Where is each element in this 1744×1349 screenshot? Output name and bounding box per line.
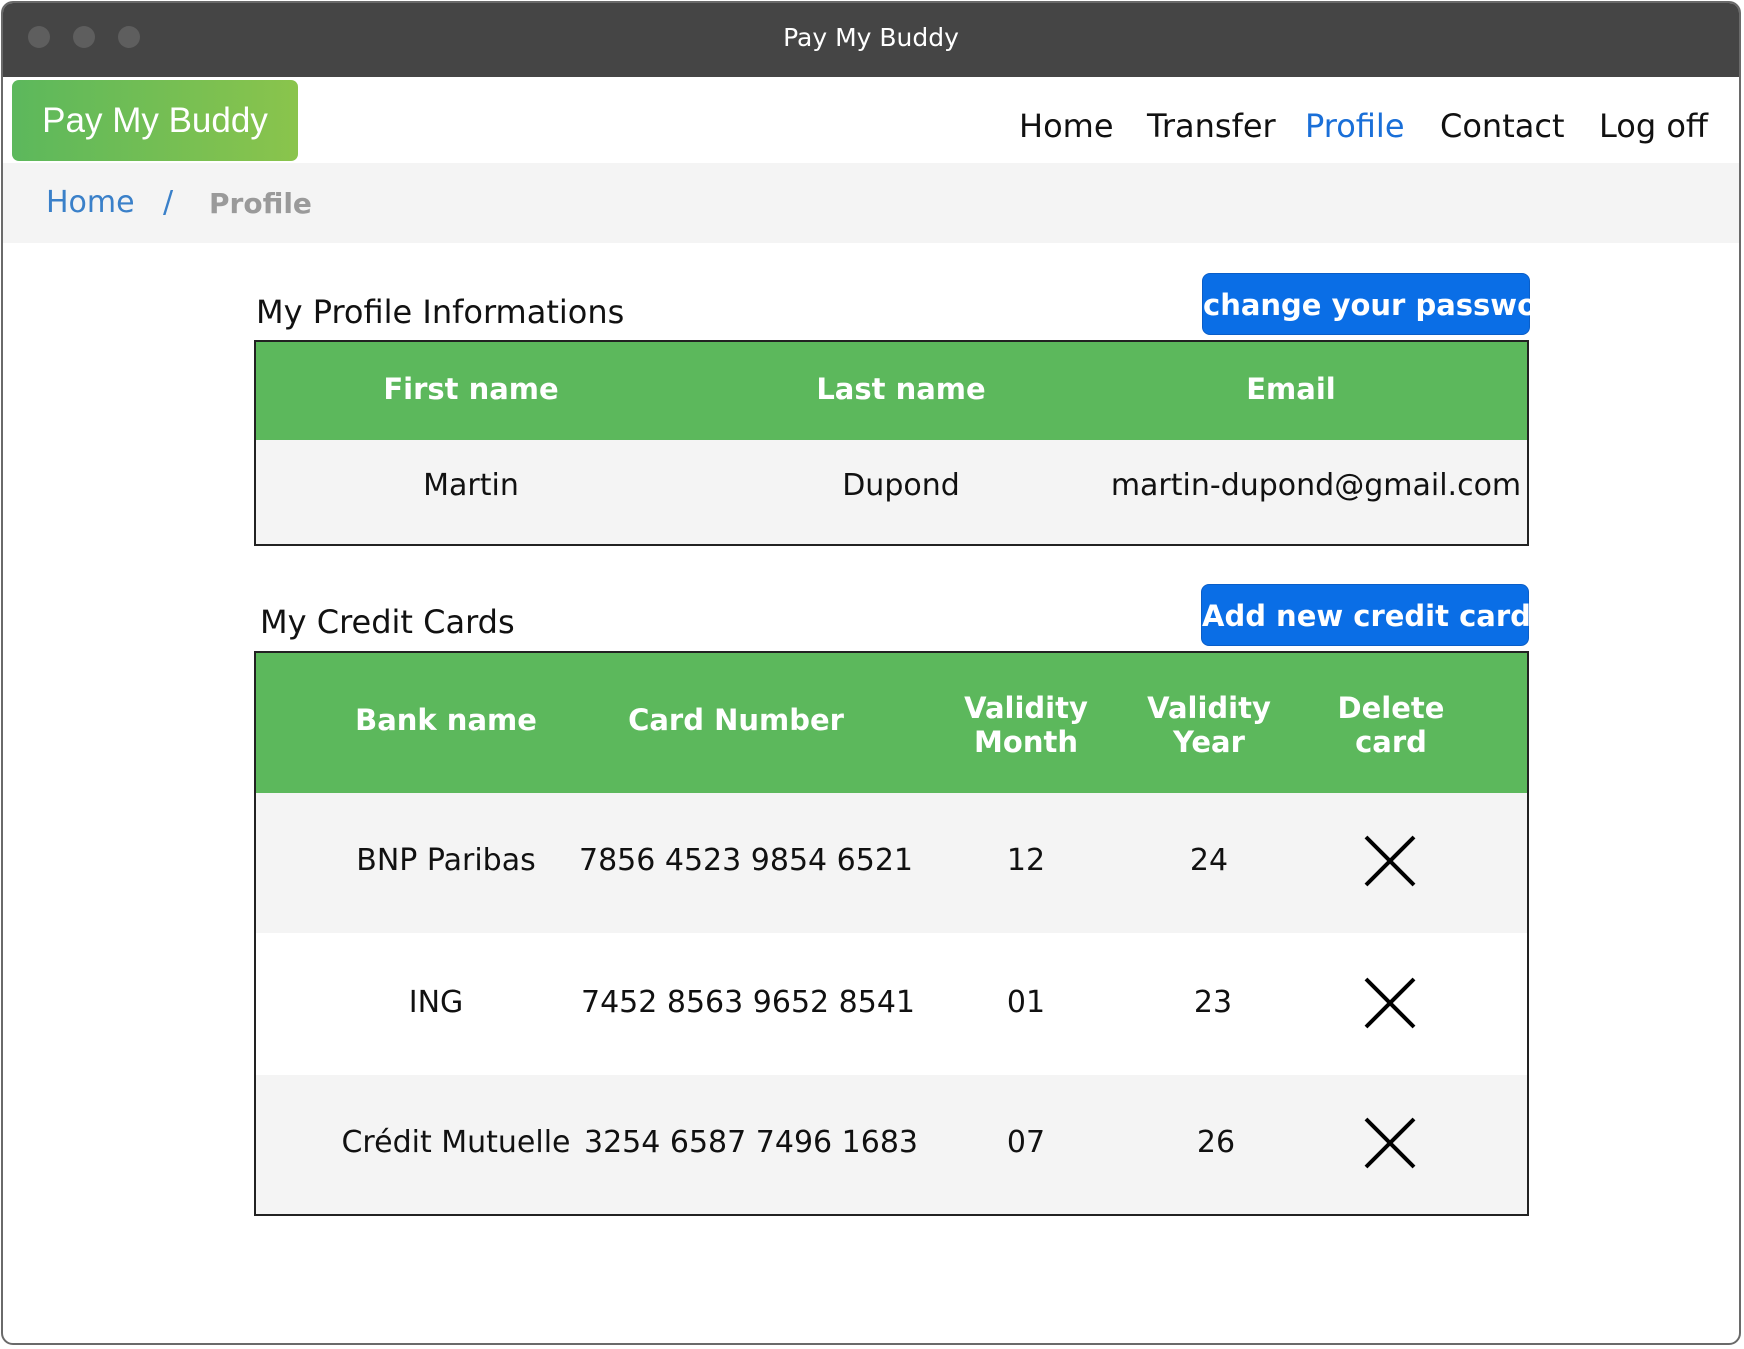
cards-table: Bank name Card Number Validity Month Val… bbox=[254, 651, 1529, 1216]
breadcrumb-home[interactable]: Home bbox=[46, 185, 135, 220]
header-validity-year-line2: Year bbox=[1173, 725, 1245, 759]
breadcrumb: Home / Profile bbox=[3, 163, 1739, 243]
breadcrumb-separator: / bbox=[163, 185, 174, 220]
nav-contact[interactable]: Contact bbox=[1440, 107, 1565, 145]
cards-table-header: Bank name Card Number Validity Month Val… bbox=[256, 653, 1527, 793]
navbar: Pay My Buddy Home Transfer Profile Conta… bbox=[3, 77, 1739, 163]
header-delete-line2: card bbox=[1355, 725, 1427, 759]
validity-month-cell: 12 bbox=[1006, 843, 1046, 878]
table-row: Crédit Mutuelle 3254 6587 7496 1683 07 2… bbox=[256, 1075, 1527, 1214]
last-name-value: Dupond bbox=[842, 468, 960, 503]
validity-month-cell: 07 bbox=[1006, 1125, 1046, 1160]
header-card-number: Card Number bbox=[628, 703, 844, 737]
validity-year-cell: 23 bbox=[1193, 985, 1233, 1020]
first-name-value: Martin bbox=[423, 468, 519, 503]
validity-year-cell: 24 bbox=[1189, 843, 1229, 878]
add-credit-card-button[interactable]: Add new credit card bbox=[1201, 584, 1531, 646]
app-window: Pay My Buddy Pay My Buddy Home Transfer … bbox=[1, 1, 1741, 1345]
profile-section-title: My Profile Informations bbox=[256, 293, 625, 331]
validity-month-cell: 01 bbox=[1006, 985, 1046, 1020]
nav-logoff[interactable]: Log off bbox=[1599, 107, 1708, 145]
validity-year-cell: 26 bbox=[1196, 1125, 1236, 1160]
card-number-cell: 7452 8563 9652 8541 bbox=[581, 985, 915, 1020]
table-row: ING 7452 8563 9652 8541 01 23 bbox=[256, 933, 1527, 1075]
title-bar: Pay My Buddy bbox=[3, 3, 1739, 77]
window-title: Pay My Buddy bbox=[783, 23, 959, 52]
brand-logo[interactable]: Pay My Buddy bbox=[12, 80, 298, 161]
cards-section-title: My Credit Cards bbox=[260, 603, 515, 641]
table-row: BNP Paribas 7856 4523 9854 6521 12 24 bbox=[256, 793, 1527, 933]
header-delete-card: Delete card bbox=[1291, 691, 1491, 759]
profile-table: First name Last name Email Martin Dupond… bbox=[254, 340, 1529, 546]
card-number-cell: 7856 4523 9854 6521 bbox=[579, 843, 913, 878]
header-validity-month-line2: Month bbox=[974, 725, 1078, 759]
header-validity-month: Validity Month bbox=[926, 691, 1126, 759]
nav-transfer[interactable]: Transfer bbox=[1147, 107, 1276, 145]
header-last-name: Last name bbox=[816, 372, 986, 406]
profile-row: Martin Dupond martin-dupond@gmail.com bbox=[256, 440, 1527, 544]
nav-profile[interactable]: Profile bbox=[1305, 107, 1405, 145]
delete-card-icon[interactable] bbox=[1362, 975, 1418, 1031]
header-validity-year-line1: Validity bbox=[1147, 691, 1271, 725]
header-validity-month-line1: Validity bbox=[964, 691, 1088, 725]
header-email: Email bbox=[1246, 372, 1336, 406]
breadcrumb-current: Profile bbox=[209, 187, 312, 220]
nav-home[interactable]: Home bbox=[1019, 107, 1114, 145]
header-first-name: First name bbox=[383, 372, 559, 406]
change-password-button[interactable]: change your password bbox=[1202, 273, 1572, 335]
header-delete-line1: Delete bbox=[1337, 691, 1445, 725]
delete-card-icon[interactable] bbox=[1362, 833, 1418, 889]
header-validity-year: Validity Year bbox=[1109, 691, 1309, 759]
email-value: martin-dupond@gmail.com bbox=[1110, 468, 1522, 503]
card-number-cell: 3254 6587 7496 1683 bbox=[584, 1125, 918, 1160]
profile-table-header: First name Last name Email bbox=[256, 342, 1527, 440]
delete-card-icon[interactable] bbox=[1362, 1115, 1418, 1171]
